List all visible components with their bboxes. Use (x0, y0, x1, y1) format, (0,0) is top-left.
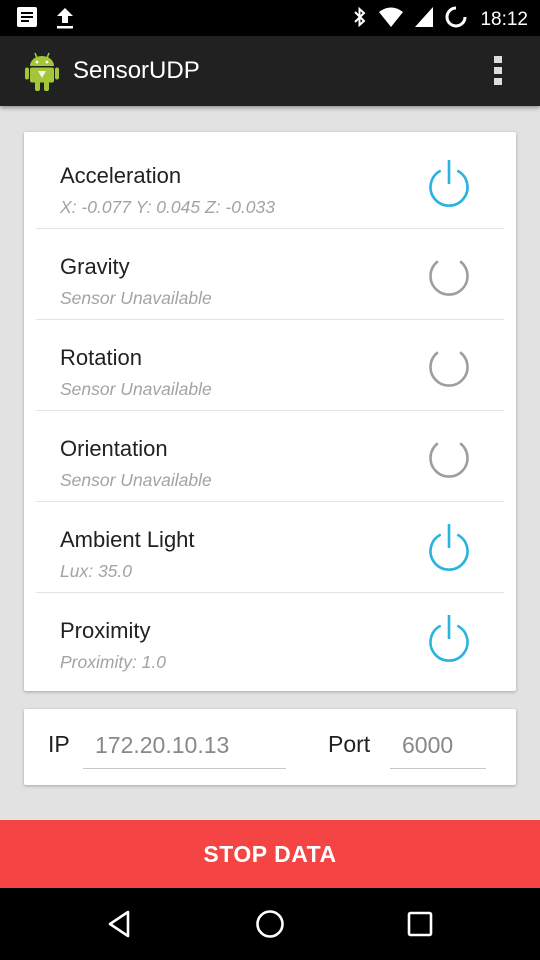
sensor-name: Acceleration (60, 163, 182, 188)
status-bar: 18:12 (0, 0, 540, 36)
power-on-icon[interactable] (422, 158, 476, 212)
power-off-icon[interactable] (422, 340, 476, 394)
sensor-row-acceleration: Acceleration X: -0.077 Y: 0.045 Z: -0.03… (36, 138, 504, 229)
sensor-value: Proximity: 1.0 (60, 652, 166, 672)
sensor-name: Gravity (60, 254, 130, 279)
home-icon[interactable] (250, 904, 290, 944)
sensor-value: Lux: 35.0 (60, 561, 132, 581)
ip-input[interactable] (83, 723, 286, 769)
sensor-value: Sensor Unavailable (60, 470, 212, 490)
connection-card: IP Port (24, 709, 516, 785)
notification-icon (16, 6, 38, 35)
ip-label: IP (48, 731, 70, 757)
sensor-value: Sensor Unavailable (60, 288, 212, 308)
sensor-name: Ambient Light (60, 527, 195, 552)
port-label: Port (328, 731, 371, 757)
navigation-bar (0, 888, 540, 960)
sync-icon (444, 5, 468, 34)
overflow-menu-icon[interactable] (485, 53, 511, 89)
sensor-value: X: -0.077 Y: 0.045 Z: -0.033 (60, 197, 275, 217)
app-title: SensorUDP (73, 57, 200, 84)
power-off-icon[interactable] (422, 431, 476, 485)
sensor-name: Proximity (60, 618, 151, 643)
power-on-icon[interactable] (422, 522, 476, 576)
bluetooth-icon (352, 5, 368, 34)
sensor-row-rotation: Rotation Sensor Unavailable (36, 320, 504, 411)
power-off-icon[interactable] (422, 249, 476, 303)
sensor-value: Sensor Unavailable (60, 379, 212, 399)
wifi-icon (378, 6, 404, 33)
sensor-row-gravity: Gravity Sensor Unavailable (36, 229, 504, 320)
power-on-icon[interactable] (422, 613, 476, 667)
sensor-name: Rotation (60, 345, 142, 370)
app-bar: SensorUDP (0, 36, 540, 106)
recents-icon[interactable] (400, 904, 440, 944)
upload-icon (54, 6, 76, 35)
signal-icon (414, 6, 434, 33)
sensor-name: Orientation (60, 436, 168, 461)
stop-data-button[interactable]: STOP DATA (0, 820, 540, 888)
status-clock: 18:12 (480, 8, 528, 30)
sensor-list-card: Acceleration X: -0.077 Y: 0.045 Z: -0.03… (24, 132, 516, 691)
back-icon[interactable] (100, 904, 140, 944)
sensor-row-ambient-light: Ambient Light Lux: 35.0 (36, 502, 504, 593)
android-robot-icon (24, 51, 60, 98)
port-input[interactable] (390, 723, 486, 769)
sensor-row-orientation: Orientation Sensor Unavailable (36, 411, 504, 502)
sensor-row-proximity: Proximity Proximity: 1.0 (36, 593, 504, 684)
